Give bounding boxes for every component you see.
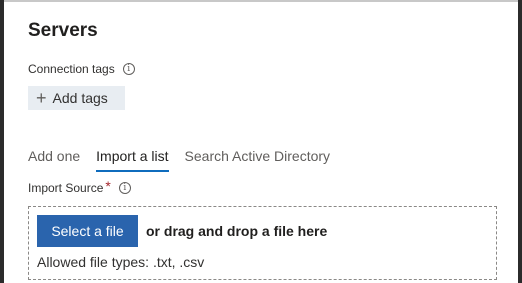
info-icon[interactable]: i	[122, 63, 135, 75]
tab-add-one[interactable]: Add one	[28, 146, 80, 172]
connection-tags-label: Connection tags i	[28, 62, 135, 76]
select-file-button[interactable]: Select a file	[37, 215, 138, 247]
import-source-label-text: Import Source	[28, 181, 104, 195]
panel-title: Servers	[28, 20, 98, 41]
plus-icon: +	[36, 88, 47, 108]
tab-import-a-list[interactable]: Import a list	[96, 146, 169, 172]
tab-search-active-directory[interactable]: Search Active Directory	[185, 146, 331, 172]
allowed-file-types: Allowed file types: .txt, .csv	[37, 254, 205, 270]
window-frame-right	[518, 0, 522, 283]
import-source-label: Import Source * i	[28, 178, 131, 196]
server-source-tabs: Add one Import a list Search Active Dire…	[28, 146, 346, 174]
window-frame-left	[0, 0, 4, 283]
window-frame-top	[4, 0, 522, 2]
required-indicator: *	[105, 178, 111, 194]
connection-tags-label-text: Connection tags	[28, 62, 115, 76]
drag-drop-hint: or drag and drop a file here	[146, 223, 328, 239]
info-icon[interactable]: i	[118, 182, 131, 194]
add-tags-label: Add tags	[52, 90, 108, 106]
file-drop-zone[interactable]: Select a file or drag and drop a file he…	[28, 206, 497, 280]
add-tags-button[interactable]: + Add tags	[28, 86, 125, 110]
